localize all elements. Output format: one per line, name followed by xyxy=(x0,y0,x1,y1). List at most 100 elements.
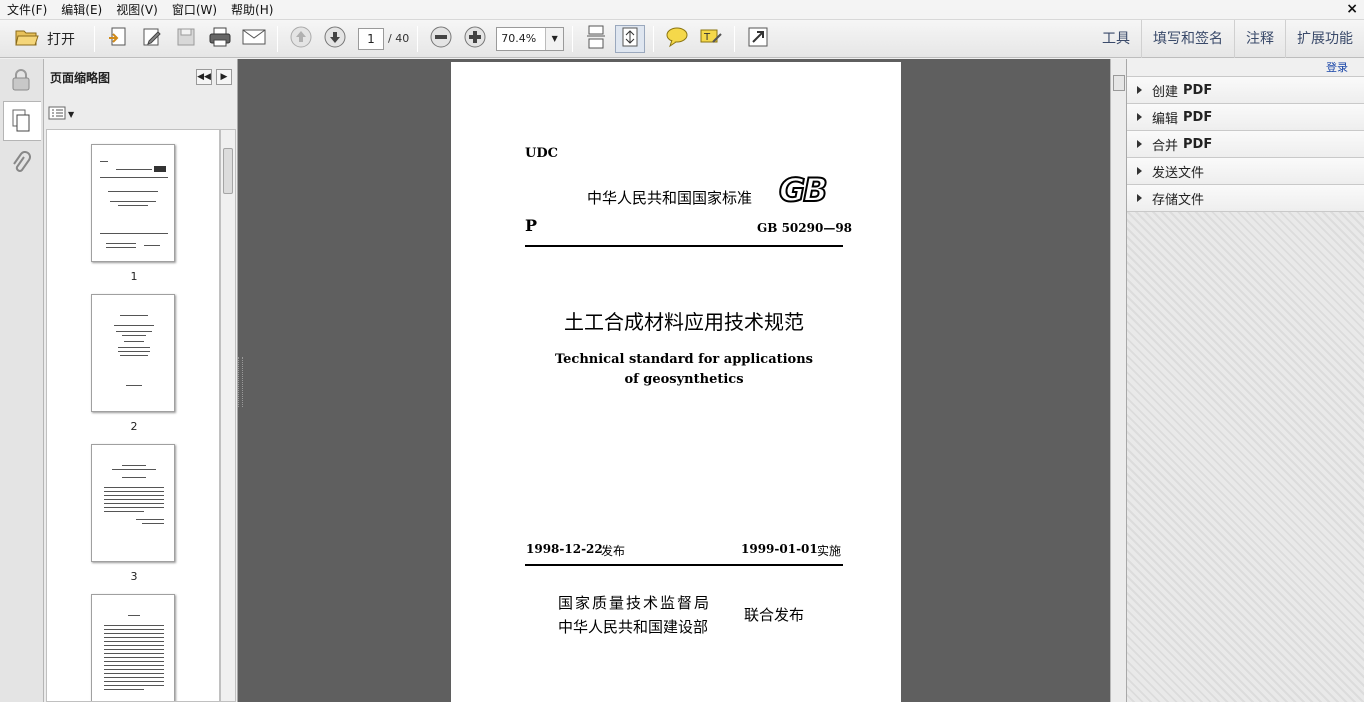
thumbnail-label-1: 1 xyxy=(130,270,138,283)
page-thumbnails-icon[interactable] xyxy=(8,106,34,136)
create-pdf-button[interactable] xyxy=(103,25,133,53)
thumbnails-panel-header: 页面缩略图 ◀◀ ▶ xyxy=(44,59,237,95)
fit-page-button[interactable] xyxy=(615,24,646,53)
tab-fill-and-sign[interactable]: 填写和签名 xyxy=(1141,20,1234,58)
arrow-down-circle-icon xyxy=(323,25,347,52)
expand-panel-button[interactable]: ▶ xyxy=(216,69,232,85)
printer-icon xyxy=(208,26,232,51)
edit-pdf-suffix: PDF xyxy=(1183,109,1213,125)
edit-pdf-section[interactable]: 编辑 PDF xyxy=(1127,104,1364,131)
previous-page-button[interactable] xyxy=(286,25,316,53)
document-page: UDC 中华人民共和国国家标准 GB P GB 50290—98 土工合成材料应… xyxy=(451,62,901,702)
highlight-text-button[interactable]: T xyxy=(696,25,726,53)
thumbnail-options-button[interactable]: ▼ xyxy=(48,105,74,123)
next-page-button[interactable] xyxy=(320,25,350,53)
implementation-date: 1999-01-01 xyxy=(741,542,818,556)
menu-view[interactable]: 视图(V) xyxy=(109,0,165,20)
thumbnail-scrollbar[interactable] xyxy=(220,129,236,702)
standard-code: GB 50290—98 xyxy=(757,221,853,235)
create-pdf-label: 创建 xyxy=(1152,84,1179,100)
tab-extended[interactable]: 扩展功能 xyxy=(1285,20,1364,58)
zoom-out-button[interactable] xyxy=(426,25,456,53)
menu-edit[interactable]: 编辑(E) xyxy=(54,0,109,20)
navigation-pane-strip xyxy=(0,59,44,702)
print-button[interactable] xyxy=(205,25,235,53)
open-button-label: 打开 xyxy=(47,31,75,48)
edit-pencil-icon xyxy=(141,26,163,51)
options-list-icon xyxy=(48,106,66,123)
gb-logo: GB xyxy=(778,170,829,210)
publisher-1: 国家质量技术监督局 xyxy=(558,594,712,612)
panel-resize-handle[interactable] xyxy=(238,357,243,407)
add-comment-button[interactable] xyxy=(662,25,692,53)
zoom-in-button[interactable] xyxy=(460,25,490,53)
folder-open-icon xyxy=(15,27,39,51)
page-thumbnail-3[interactable] xyxy=(91,444,175,562)
category-label: P xyxy=(525,216,538,235)
triangle-right-icon xyxy=(1137,86,1142,94)
create-pdf-section[interactable]: 创建 PDF xyxy=(1127,77,1364,104)
document-scrollbar[interactable] xyxy=(1110,59,1126,702)
joint-publish-label: 联合发布 xyxy=(744,606,805,624)
implementation-word: 实施 xyxy=(817,544,842,558)
document-title-chinese: 土工合成材料应用技术规范 xyxy=(564,310,804,334)
collapse-panel-button[interactable]: ◀◀ xyxy=(196,69,212,85)
fit-page-icon xyxy=(619,26,641,51)
issue-word: 发布 xyxy=(601,544,626,558)
toolbar-separator xyxy=(734,25,736,52)
tab-comment[interactable]: 注释 xyxy=(1234,20,1285,58)
thumbnails-panel-title: 页面缩略图 xyxy=(50,70,111,85)
save-disk-icon xyxy=(175,26,197,51)
merge-pdf-section[interactable]: 合并 PDF xyxy=(1127,131,1364,158)
highlighter-icon: T xyxy=(699,26,723,51)
page-thumbnail-1[interactable] xyxy=(91,144,175,262)
edit-pdf-button[interactable] xyxy=(137,25,167,53)
minus-circle-icon xyxy=(429,25,453,52)
speech-bubble-icon xyxy=(665,26,689,51)
merge-pdf-suffix: PDF xyxy=(1183,136,1213,152)
toolbar-separator xyxy=(277,25,278,52)
create-pdf-icon xyxy=(107,26,129,51)
edit-pdf-label: 编辑 xyxy=(1152,111,1179,127)
chevron-right-icon: ▶ xyxy=(220,72,228,82)
menu-window[interactable]: 窗口(W) xyxy=(165,0,224,20)
page-thumbnail-2[interactable] xyxy=(91,294,175,412)
scroll-pages-icon xyxy=(585,25,607,52)
arrow-up-circle-icon xyxy=(289,25,313,52)
zoom-control: 70.4% ▼ xyxy=(496,25,565,53)
scroll-mode-button[interactable] xyxy=(581,25,611,53)
page-total-label: / 40 xyxy=(388,32,410,45)
document-title-english-line2: of geosynthetics xyxy=(624,372,744,387)
zoom-select[interactable]: 70.4% ▼ xyxy=(496,26,565,51)
chevron-down-icon: ▼ xyxy=(68,109,75,119)
page-thumbnail-4[interactable] xyxy=(91,594,175,701)
triangle-right-icon xyxy=(1137,167,1142,175)
full-screen-button[interactable] xyxy=(743,25,773,53)
triangle-right-icon xyxy=(1137,140,1142,148)
store-file-section[interactable]: 存储文件 xyxy=(1127,185,1364,212)
lock-icon[interactable] xyxy=(8,65,34,95)
double-chevron-left-icon: ◀◀ xyxy=(197,72,211,82)
envelope-icon xyxy=(242,28,266,49)
thumbnail-scrollbar-thumb[interactable] xyxy=(223,148,233,194)
paperclip-icon[interactable] xyxy=(8,149,34,179)
document-scrollbar-thumb[interactable] xyxy=(1113,75,1125,91)
page-number-input[interactable]: 1 xyxy=(358,27,384,50)
menu-help[interactable]: 帮助(H) xyxy=(224,0,280,20)
page-thumbnails-panel: 页面缩略图 ◀◀ ▶ ▼ 1 2 3 xyxy=(44,59,238,702)
save-button[interactable] xyxy=(171,25,201,53)
chevron-down-icon[interactable]: ▼ xyxy=(545,27,564,50)
open-button[interactable]: 打开 xyxy=(2,25,86,53)
send-file-section[interactable]: 发送文件 xyxy=(1127,158,1364,185)
login-link[interactable]: 登录 xyxy=(1326,61,1348,74)
menu-file[interactable]: 文件(F) xyxy=(0,0,54,20)
create-pdf-suffix: PDF xyxy=(1183,82,1213,98)
document-view: UDC 中华人民共和国国家标准 GB P GB 50290—98 土工合成材料应… xyxy=(238,59,1110,702)
email-button[interactable] xyxy=(239,25,269,53)
toolbar-separator xyxy=(653,25,655,52)
tab-tools[interactable]: 工具 xyxy=(1091,20,1141,58)
svg-text:T: T xyxy=(703,32,711,43)
toolbar-separator xyxy=(94,25,95,52)
publisher-2: 中华人民共和国建设部 xyxy=(558,618,709,636)
close-document-button[interactable]: × xyxy=(1346,1,1358,17)
